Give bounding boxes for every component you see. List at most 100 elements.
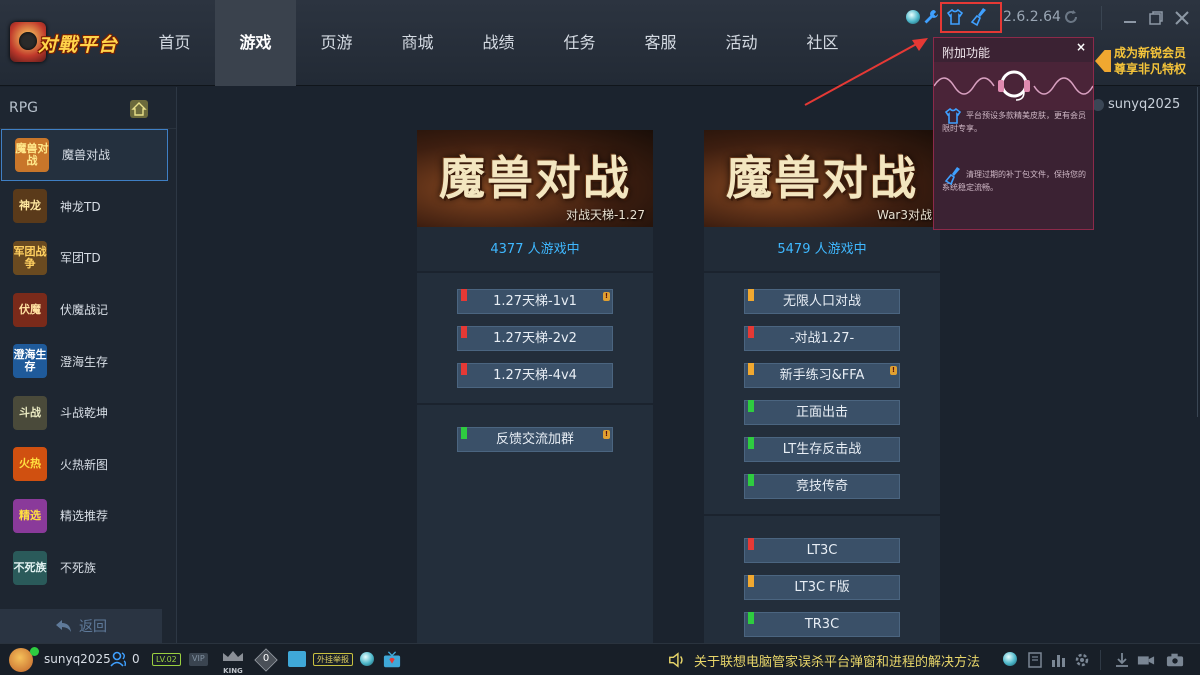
room-label: TR3C xyxy=(804,617,840,632)
room-button[interactable]: LT生存反击战 xyxy=(744,437,900,462)
room-button[interactable]: 1.27天梯-4v4 xyxy=(457,363,613,388)
sidebar-item-douzhan[interactable]: 斗战 斗战乾坤 xyxy=(0,387,176,439)
nav-webgames[interactable]: 页游 xyxy=(296,0,377,86)
user-display[interactable]: sunyq2025 xyxy=(1092,97,1180,112)
sidebar-item-label: 魔兽对战 xyxy=(62,148,111,163)
room-button[interactable]: TR3C xyxy=(744,612,900,637)
sidebar-item-chenghai[interactable]: 澄海生存 澄海生存 xyxy=(0,335,176,387)
nav-events[interactable]: 活动 xyxy=(701,0,782,86)
game-list: 魔兽对战 魔兽对战 神龙 神龙TD 军团战争 军团TD 伏魔 伏魔战记 澄海生存… xyxy=(0,129,176,593)
skin-feature-text: 平台预设多款精美皮肤，更有会员限时专享。 xyxy=(942,111,1086,133)
game-banner[interactable]: 魔兽对战 War3对战 xyxy=(704,130,940,227)
game-banner[interactable]: 魔兽对战 对战天梯-1.27 xyxy=(417,130,653,227)
friends-icon[interactable] xyxy=(110,650,128,668)
sidebar-item-warcraft[interactable]: 魔兽对战 魔兽对战 xyxy=(1,129,168,181)
notes-icon[interactable] xyxy=(1027,651,1045,669)
close-icon[interactable] xyxy=(1174,10,1190,26)
main-nav: 首页 游戏 页游 商城 战绩 任务 客服 活动 社区 xyxy=(134,0,863,86)
download-icon[interactable] xyxy=(1113,651,1131,669)
app-logo[interactable]: 对戰平台 xyxy=(8,20,126,66)
room-button[interactable]: 无限人口对战 xyxy=(744,289,900,314)
nav-support[interactable]: 客服 xyxy=(620,0,701,86)
room-button[interactable]: 反馈交流加群 ! xyxy=(457,427,613,452)
status-orb-icon[interactable] xyxy=(906,10,920,24)
shenlong-thumb-icon: 神龙 xyxy=(13,189,47,224)
room-label: 反馈交流加群 xyxy=(495,432,574,447)
camera-icon[interactable] xyxy=(1166,651,1184,669)
king-badge[interactable]: KING xyxy=(220,648,246,675)
room-flag-icon xyxy=(748,326,754,338)
back-button[interactable]: 返回 xyxy=(0,609,162,643)
chest-icon[interactable] xyxy=(288,651,306,667)
bottom-username[interactable]: sunyq2025 xyxy=(44,652,111,666)
sidebar-item-legion-td[interactable]: 军团战争 军团TD xyxy=(0,232,176,284)
room-button[interactable]: -对战1.27- xyxy=(744,326,900,351)
room-flag-icon xyxy=(748,474,754,486)
status-orb-icon[interactable] xyxy=(1003,652,1017,666)
addon-features-popup: 附加功能 × 平台预设多款精美皮肤，更有会员限时专享。 清理过期的补丁包文件，保… xyxy=(933,37,1094,230)
room-button[interactable]: 竞技传奇 xyxy=(744,474,900,499)
nav-shop[interactable]: 商城 xyxy=(377,0,458,86)
sidebar-item-hot-maps[interactable]: 火热 火热新图 xyxy=(0,439,176,491)
vip-promo-text: 成为新锐会员 尊享非凡特权 xyxy=(1114,45,1186,77)
tv-icon[interactable] xyxy=(383,651,401,669)
nav-tasks[interactable]: 任务 xyxy=(539,0,620,86)
skin-shirt-icon xyxy=(944,107,962,124)
cleanup-feature-row[interactable]: 清理过期的补丁包文件，保持您的系统稳定流畅。 xyxy=(942,167,1092,194)
room-button[interactable]: 正面出击 xyxy=(744,400,900,425)
refresh-icon[interactable] xyxy=(1063,9,1079,25)
king-label: KING xyxy=(223,667,243,675)
report-cheat-badge[interactable]: 外挂举报 xyxy=(313,653,353,666)
sidebar-item-undead[interactable]: 不死族 不死族 xyxy=(0,542,176,594)
cleanup-brush-icon[interactable] xyxy=(970,7,988,27)
back-arrow-icon xyxy=(56,620,71,632)
skin-shirt-icon[interactable] xyxy=(946,8,964,26)
online-status-icon xyxy=(30,647,39,656)
player-count: 4377 人游戏中 xyxy=(417,227,653,273)
room-button[interactable]: LT3C xyxy=(744,538,900,563)
nav-home[interactable]: 首页 xyxy=(134,0,215,86)
notice-text[interactable]: 关于联想电脑管家误杀平台弹窗和进程的解决方法 xyxy=(694,651,980,670)
game-card-war3: 魔兽对战 War3对战 5479 人游戏中 无限人口对战 -对战1.27- 新手… xyxy=(704,130,940,650)
scrollbar-thumb[interactable] xyxy=(1190,87,1198,417)
room-label: LT3C xyxy=(806,543,838,558)
room-list: 反馈交流加群 ! xyxy=(417,427,653,452)
room-button[interactable]: 1.27天梯-1v1 ! xyxy=(457,289,613,314)
vip-badge[interactable]: VIP xyxy=(189,653,208,666)
vip-promo-banner[interactable]: 成为新锐会员 尊享非凡特权 xyxy=(1095,44,1200,80)
speaker-icon xyxy=(669,652,683,668)
stats-icon[interactable] xyxy=(1050,651,1068,669)
nav-records[interactable]: 战绩 xyxy=(458,0,539,86)
room-label: 正面出击 xyxy=(795,405,848,420)
sidebar-item-label: 澄海生存 xyxy=(60,354,109,369)
minimize-icon[interactable] xyxy=(1122,10,1138,26)
status-bar: sunyq2025 0 LV.02 VIP KING 0 外挂举报 关于联想电脑… xyxy=(0,643,1200,675)
sidebar-item-shenlong-td[interactable]: 神龙 神龙TD xyxy=(0,181,176,233)
room-flag-icon xyxy=(748,575,754,587)
room-list: 无限人口对战 -对战1.27- 新手练习&FFA ! 正面出击 LT生存反击战 … xyxy=(704,273,940,499)
maximize-icon[interactable] xyxy=(1148,10,1164,26)
category-label: RPG xyxy=(9,100,39,116)
scrollbar[interactable] xyxy=(1188,87,1200,643)
home-icon[interactable] xyxy=(130,100,148,118)
settings-gear-icon[interactable] xyxy=(1073,651,1091,669)
username-label: sunyq2025 xyxy=(1108,97,1181,112)
level-badge[interactable]: LV.02 xyxy=(152,653,181,666)
video-camera-icon[interactable] xyxy=(1137,651,1155,669)
status-orb-icon[interactable] xyxy=(360,652,374,666)
sidebar-item-label: 不死族 xyxy=(60,561,97,576)
legion-thumb-icon: 军团战争 xyxy=(13,240,47,275)
wrench-icon[interactable] xyxy=(922,8,940,26)
sidebar-item-recommended[interactable]: 精选 精选推荐 xyxy=(0,490,176,542)
nav-games[interactable]: 游戏 xyxy=(215,0,296,86)
room-label: LT生存反击战 xyxy=(782,442,862,457)
room-label: -对战1.27- xyxy=(789,331,855,346)
back-label: 返回 xyxy=(79,619,107,635)
sidebar-item-fumo[interactable]: 伏魔 伏魔战记 xyxy=(0,284,176,336)
room-button[interactable]: LT3C F版 xyxy=(744,575,900,600)
room-button[interactable]: 1.27天梯-2v2 xyxy=(457,326,613,351)
skin-feature-row[interactable]: 平台预设多款精美皮肤，更有会员限时专享。 xyxy=(942,107,1092,135)
room-label: 新手练习&FFA xyxy=(779,368,865,383)
room-button[interactable]: 新手练习&FFA ! xyxy=(744,363,900,388)
popup-close-button[interactable]: × xyxy=(1076,40,1086,54)
